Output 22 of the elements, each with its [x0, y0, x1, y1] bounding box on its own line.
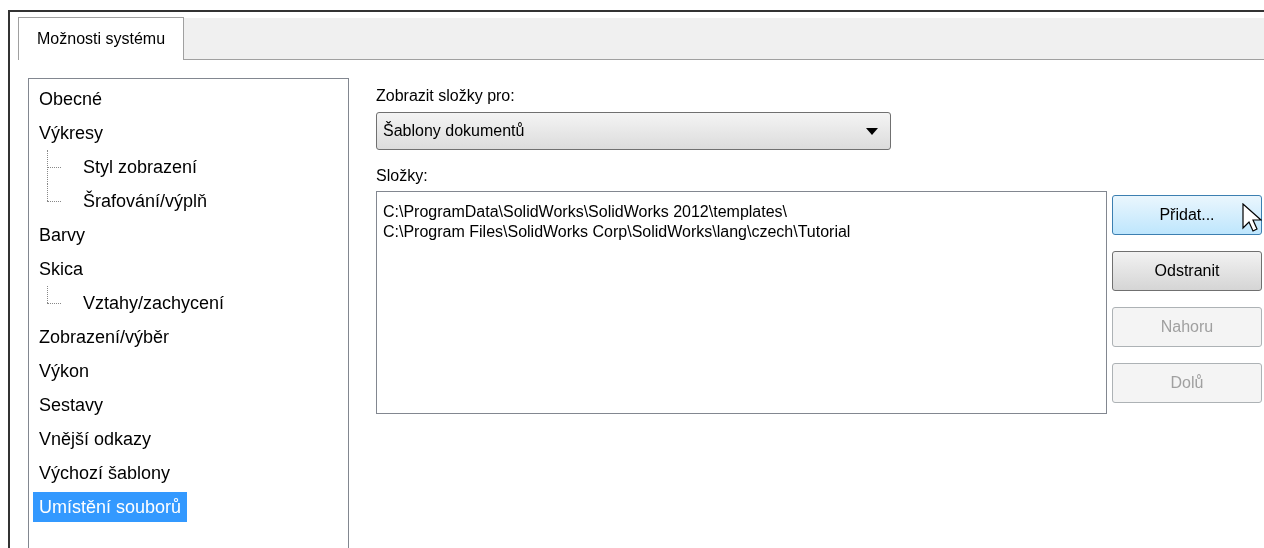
- dropdown-arrow-icon: [866, 127, 878, 135]
- folder-path[interactable]: C:\ProgramData\SolidWorks\SolidWorks 2012\templates\: [383, 202, 1100, 222]
- tree-item[interactable]: Výkon: [33, 356, 96, 386]
- field-label: Složky:: [376, 166, 429, 186]
- folder-path[interactable]: C:\Program Files\SolidWorks Corp\SolidWorks\lang\czech\Tutorial: [383, 222, 1100, 242]
- tree-item[interactable]: Barvy: [33, 220, 91, 250]
- tab[interactable]: Možnosti systému: [18, 17, 185, 60]
- tree-item[interactable]: Výkresy: [33, 118, 109, 148]
- tree-item[interactable]: Styl zobrazení: [77, 152, 204, 182]
- dialog-button[interactable]: Přidat...: [1112, 195, 1262, 235]
- field-label: Zobrazit složky pro:: [376, 86, 516, 106]
- tree-item[interactable]: Skica: [33, 254, 89, 284]
- dialog-button[interactable]: Odstranit: [1112, 251, 1262, 291]
- tree-item[interactable]: Vnější odkazy: [33, 424, 158, 454]
- tree-item[interactable]: Šrafování/výplň: [77, 186, 214, 216]
- tree-item[interactable]: Vztahy/zachycení: [77, 288, 231, 318]
- folder-type-dropdown[interactable]: Šablony dokumentů: [376, 112, 891, 150]
- tree-item[interactable]: Výchozí šablony: [33, 458, 177, 488]
- folder-list[interactable]: C:\ProgramData\SolidWorks\SolidWorks 2012\templates\ C:\Program Files\SolidWorks Corp\SolidWorks\lang\czech\Tutorial: [376, 191, 1107, 414]
- tree-item[interactable]: Sestavy: [33, 390, 110, 420]
- tree-item[interactable]: Obecné: [33, 84, 109, 114]
- tree-item[interactable]: Zobrazení/výběr: [33, 322, 176, 352]
